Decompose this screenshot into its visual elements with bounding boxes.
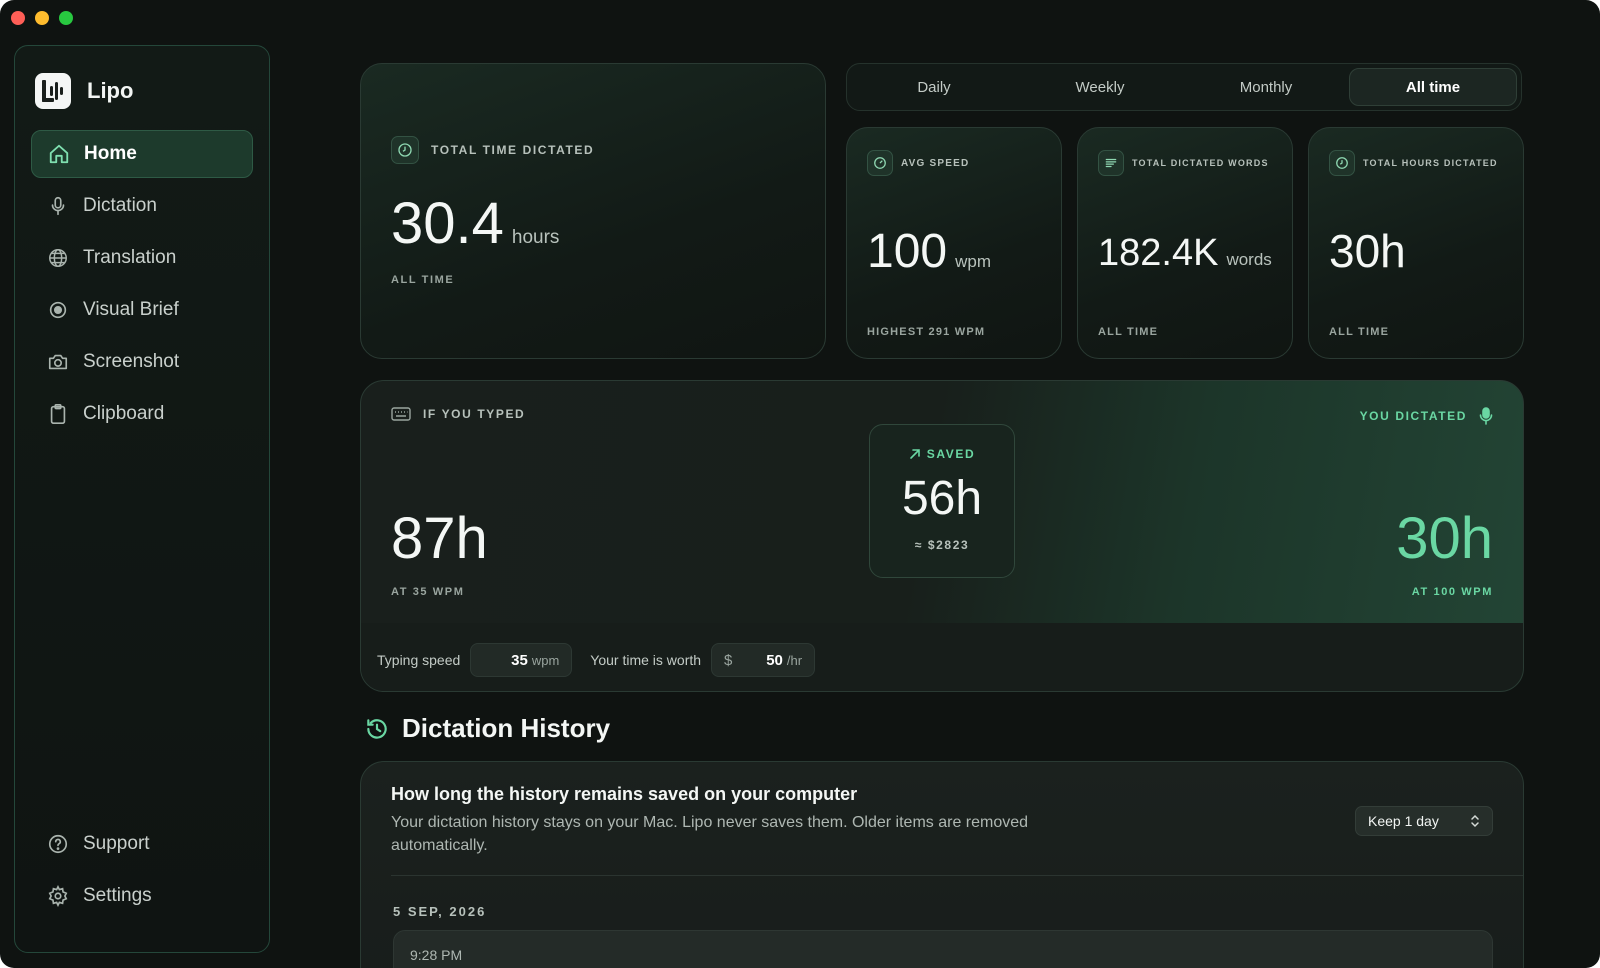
comparison-card: IF YOU TYPED 87h AT 35 WPM SAVED 56h ≈ $… bbox=[360, 380, 1524, 692]
total-words-card: TOTAL DICTATED WORDS 182.4K words ALL TI… bbox=[1077, 127, 1293, 359]
sidebar-item-label: Settings bbox=[83, 885, 152, 906]
chevron-up-down-icon bbox=[1471, 814, 1479, 828]
sidebar-item-label: Support bbox=[83, 833, 150, 854]
typed-value: 87h bbox=[391, 506, 488, 571]
gear-icon bbox=[48, 885, 68, 907]
sidebar-item-label: Home bbox=[84, 143, 137, 164]
saved-money: ≈ $2823 bbox=[914, 538, 970, 552]
sidebar-item-label: Translation bbox=[83, 247, 177, 268]
time-worth-unit: /hr bbox=[786, 652, 803, 668]
avg-speed-value: 100 bbox=[867, 225, 948, 278]
avg-speed-footer: HIGHEST 291 WPM bbox=[867, 326, 986, 338]
history-entry-time: 9:28 PM bbox=[410, 947, 463, 963]
arrow-up-right-icon bbox=[909, 449, 920, 459]
brand: Lipo bbox=[35, 73, 133, 109]
tab-daily[interactable]: Daily bbox=[851, 68, 1017, 106]
clock-icon bbox=[391, 136, 419, 164]
sidebar-item-label: Clipboard bbox=[83, 403, 165, 424]
sidebar-item-support[interactable]: Support bbox=[31, 820, 253, 868]
sidebar-item-home[interactable]: Home bbox=[31, 130, 253, 178]
typing-speed-field[interactable]: 35 wpm bbox=[470, 643, 573, 677]
history-icon bbox=[367, 718, 387, 739]
sidebar-item-dictation[interactable]: Dictation bbox=[31, 182, 253, 230]
sidebar-item-screenshot[interactable]: Screenshot bbox=[31, 338, 253, 386]
minimize-window-button[interactable] bbox=[35, 11, 49, 25]
tab-monthly[interactable]: Monthly bbox=[1183, 68, 1349, 106]
total-words-value: 182.4K bbox=[1098, 232, 1219, 274]
speedometer-icon bbox=[867, 150, 893, 176]
sidebar-nav: Home Dictation Translation Visual Brief … bbox=[31, 130, 253, 442]
retention-select[interactable]: Keep 1 day bbox=[1355, 806, 1493, 836]
globe-icon bbox=[49, 249, 67, 267]
total-time-unit: hours bbox=[511, 227, 560, 248]
divider bbox=[391, 875, 1523, 876]
history-card: How long the history remains saved on yo… bbox=[360, 761, 1524, 968]
keyboard-icon bbox=[391, 407, 411, 421]
close-window-button[interactable] bbox=[11, 11, 25, 25]
sidebar-item-label: Dictation bbox=[83, 195, 157, 216]
tab-all-time[interactable]: All time bbox=[1349, 68, 1517, 106]
total-time-footer: ALL TIME bbox=[391, 274, 455, 286]
saved-box: SAVED 56h ≈ $2823 bbox=[869, 424, 1015, 578]
home-icon bbox=[49, 144, 69, 164]
typing-speed-label: Typing speed bbox=[377, 652, 461, 668]
sidebar-item-label: Visual Brief bbox=[83, 299, 179, 320]
sidebar-item-visual-brief[interactable]: Visual Brief bbox=[31, 286, 253, 334]
app-window: Lipo Home Dictation Translation Visual B… bbox=[0, 0, 1600, 968]
avg-speed-label: AVG SPEED bbox=[901, 157, 970, 169]
zoom-window-button[interactable] bbox=[59, 11, 73, 25]
total-words-label: TOTAL DICTATED WORDS bbox=[1132, 158, 1269, 168]
lipo-logo-icon bbox=[35, 73, 71, 109]
saved-value: 56h bbox=[901, 472, 983, 525]
text-lines-icon bbox=[1098, 150, 1124, 176]
window-controls bbox=[11, 11, 73, 25]
total-words-footer: ALL TIME bbox=[1098, 326, 1159, 338]
history-date: 5 SEP, 2026 bbox=[393, 904, 487, 919]
clipboard-icon bbox=[50, 404, 66, 424]
sidebar-item-label: Screenshot bbox=[83, 351, 180, 372]
total-hours-label: TOTAL HOURS DICTATED bbox=[1363, 158, 1498, 168]
dictated-label: YOU DICTATED bbox=[1359, 409, 1467, 423]
time-worth-field[interactable]: $ 50 /hr bbox=[711, 643, 816, 677]
history-entry[interactable]: 9:28 PM bbox=[393, 930, 1493, 968]
sidebar-item-clipboard[interactable]: Clipboard bbox=[31, 390, 253, 438]
typed-label: IF YOU TYPED bbox=[423, 407, 526, 421]
total-time-value: 30.4 bbox=[391, 191, 504, 256]
microphone-icon bbox=[1479, 407, 1493, 425]
sidebar-item-settings[interactable]: Settings bbox=[31, 872, 253, 920]
total-words-unit: words bbox=[1226, 250, 1272, 269]
total-hours-value: 30h bbox=[1329, 225, 1406, 277]
period-tabs: Daily Weekly Monthly All time bbox=[846, 63, 1522, 111]
time-worth-value: 50 bbox=[766, 651, 783, 669]
typing-speed-unit: wpm bbox=[531, 652, 560, 668]
total-hours-footer: ALL TIME bbox=[1329, 326, 1390, 338]
avg-speed-card: AVG SPEED 100 wpm HIGHEST 291 WPM bbox=[846, 127, 1062, 359]
total-time-label: TOTAL TIME DICTATED bbox=[431, 143, 595, 157]
sidebar-bottom-nav: Support Settings bbox=[31, 820, 253, 924]
dictated-footer: AT 100 WPM bbox=[1411, 586, 1493, 598]
dictated-value: 30h bbox=[1396, 506, 1493, 571]
help-icon bbox=[48, 834, 68, 854]
microphone-icon bbox=[51, 196, 65, 216]
time-worth-label: Your time is worth bbox=[590, 652, 702, 668]
camera-icon bbox=[48, 354, 68, 370]
retention-title: How long the history remains saved on yo… bbox=[391, 784, 858, 804]
total-hours-card: TOTAL HOURS DICTATED 30h ALL TIME bbox=[1308, 127, 1524, 359]
typed-footer: AT 35 WPM bbox=[391, 586, 465, 598]
retention-description: Your dictation history stays on your Mac… bbox=[391, 814, 1029, 854]
history-header: Dictation History bbox=[364, 713, 610, 744]
clock-icon bbox=[1329, 150, 1355, 176]
app-name: Lipo bbox=[87, 78, 134, 103]
sidebar: Lipo Home Dictation Translation Visual B… bbox=[14, 45, 270, 953]
tab-weekly[interactable]: Weekly bbox=[1017, 68, 1183, 106]
avg-speed-unit: wpm bbox=[955, 252, 991, 271]
currency-symbol: $ bbox=[724, 651, 733, 669]
sidebar-item-translation[interactable]: Translation bbox=[31, 234, 253, 282]
retention-value: Keep 1 day bbox=[1368, 813, 1439, 829]
total-time-card: TOTAL TIME DICTATED 30.4 hours ALL TIME bbox=[360, 63, 826, 359]
history-title: Dictation History bbox=[402, 713, 611, 743]
typing-speed-value: 35 bbox=[511, 651, 528, 669]
saved-label: SAVED bbox=[926, 447, 976, 461]
record-icon bbox=[49, 301, 67, 319]
